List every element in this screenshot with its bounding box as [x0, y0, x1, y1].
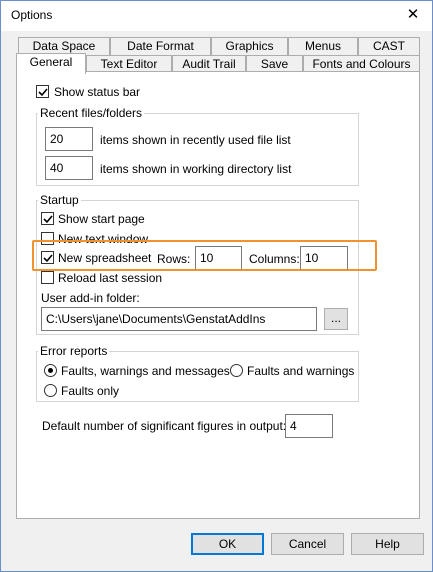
recent-file-count-input[interactable]: 20 — [45, 127, 93, 151]
checkmark-icon — [38, 88, 48, 97]
radio-faults-only[interactable] — [44, 384, 57, 397]
sig-figs-input[interactable]: 4 — [285, 414, 333, 438]
sig-figs-label: Default number of significant figures in… — [42, 419, 287, 433]
startup-title: Startup — [38, 193, 81, 207]
show-status-bar-label: Show status bar — [54, 85, 141, 99]
title-bar: Options ✕ — [1, 1, 432, 31]
rows-input[interactable]: 10 — [195, 246, 242, 270]
ok-button[interactable]: OK — [191, 533, 264, 555]
new-text-window-checkbox[interactable] — [41, 232, 54, 245]
radio-faults-and-warnings-label: Faults and warnings — [247, 364, 355, 378]
tab-graphics[interactable]: Graphics — [211, 37, 288, 55]
recent-file-count-label: items shown in recently used file list — [100, 133, 291, 147]
reload-last-session-checkbox[interactable] — [41, 271, 54, 284]
recent-files-title: Recent files/folders — [38, 106, 145, 120]
error-reports-title: Error reports — [38, 344, 110, 358]
columns-label: Columns: — [249, 252, 300, 266]
radio-faults-warnings-messages[interactable] — [44, 364, 57, 377]
checkmark-icon — [43, 254, 53, 263]
recent-dir-count-input[interactable]: 40 — [45, 156, 93, 180]
show-start-page-label: Show start page — [58, 212, 145, 226]
show-status-bar-checkbox[interactable] — [36, 85, 49, 98]
tab-menus[interactable]: Menus — [288, 37, 358, 55]
close-icon[interactable]: ✕ — [402, 5, 424, 25]
recent-dir-count-label: items shown in working directory list — [100, 162, 292, 176]
radio-faults-and-warnings[interactable] — [230, 364, 243, 377]
new-spreadsheet-checkbox[interactable] — [41, 251, 54, 264]
radio-faults-warnings-messages-label: Faults, warnings and messages — [61, 364, 230, 378]
options-dialog: Options ✕ Data Space Date Format Graphic… — [0, 0, 433, 572]
tab-date-format[interactable]: Date Format — [110, 37, 211, 55]
addin-folder-input[interactable]: C:\Users\jane\Documents\GenstatAddIns — [41, 307, 317, 331]
radio-selected-dot — [48, 368, 53, 373]
help-button[interactable]: Help — [351, 533, 424, 555]
show-start-page-checkbox[interactable] — [41, 212, 54, 225]
new-spreadsheet-label: New spreadsheet — [58, 251, 152, 265]
radio-faults-only-label: Faults only — [61, 384, 120, 398]
columns-input[interactable]: 10 — [300, 246, 348, 270]
checkmark-icon — [43, 215, 53, 224]
window-title: Options — [11, 8, 53, 22]
tab-general[interactable]: General — [16, 53, 86, 74]
new-text-window-label: New text window — [58, 232, 149, 246]
addin-folder-label: User add-in folder: — [41, 291, 140, 305]
rows-label: Rows: — [157, 252, 191, 266]
cancel-button[interactable]: Cancel — [271, 533, 344, 555]
tab-cast[interactable]: CAST — [358, 37, 420, 55]
general-tab-panel: Show status bar Recent files/folders 20 … — [16, 71, 420, 519]
browse-button[interactable]: ... — [324, 308, 348, 330]
reload-last-session-label: Reload last session — [58, 271, 163, 285]
